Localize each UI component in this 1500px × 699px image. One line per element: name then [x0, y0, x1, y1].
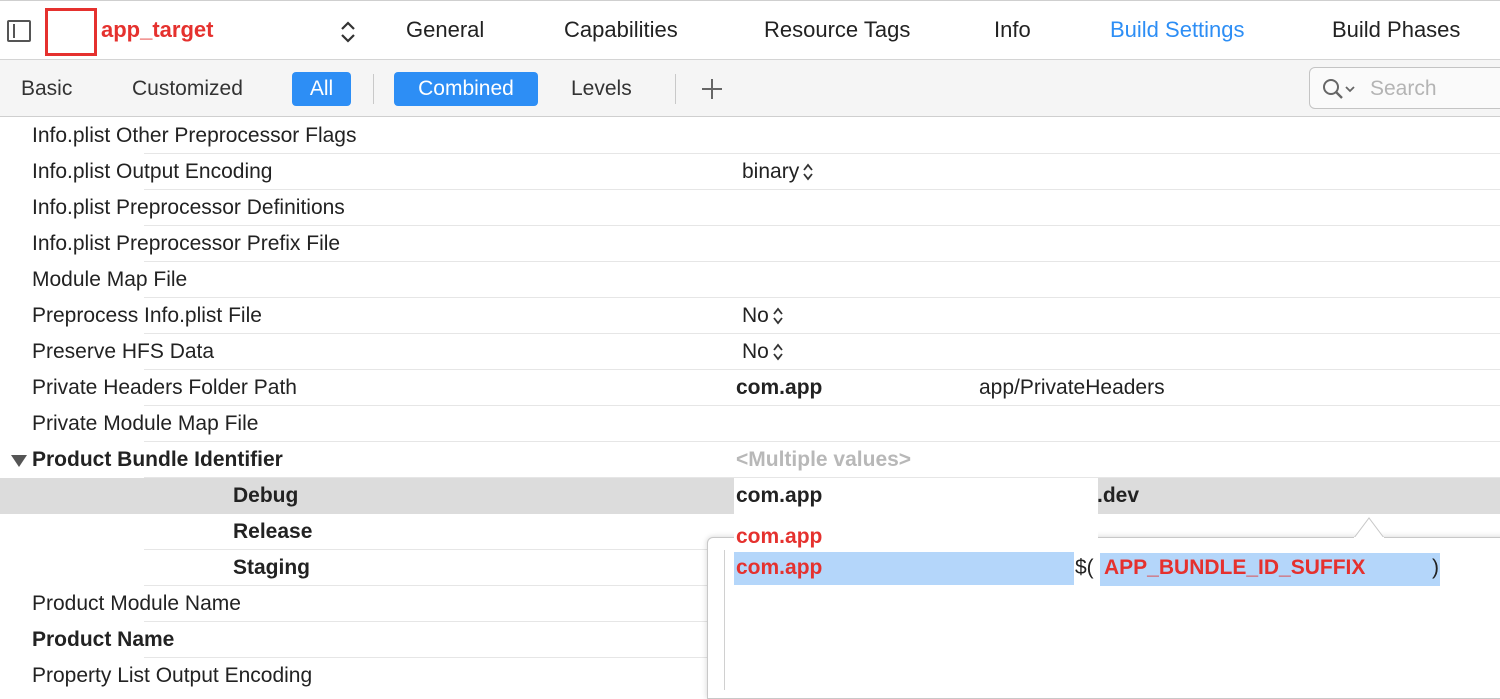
- setting-value-redacted[interactable]: com.app: [736, 484, 822, 508]
- tab-build-phases[interactable]: Build Phases: [1332, 17, 1460, 43]
- setting-row[interactable]: Private Headers Folder Path com.app app/…: [0, 370, 1500, 406]
- setting-value-redacted[interactable]: com.app: [736, 376, 822, 400]
- setting-value[interactable]: app/PrivateHeaders: [979, 376, 1165, 400]
- setting-value: binary: [742, 160, 800, 183]
- setting-row[interactable]: Info.plist Other Preprocessor Flags: [0, 118, 1500, 154]
- setting-value[interactable]: .dev: [1097, 484, 1139, 508]
- setting-row[interactable]: Info.plist Output Encoding binary: [0, 154, 1500, 190]
- setting-value-popup[interactable]: binary: [742, 160, 814, 184]
- filter-customized-button[interactable]: Customized: [132, 72, 243, 106]
- setting-name: Property List Output Encoding: [32, 664, 313, 687]
- tab-info[interactable]: Info: [994, 17, 1031, 43]
- setting-row-debug[interactable]: Debug com.app .dev: [0, 478, 1500, 514]
- sidebar-toggle-icon[interactable]: [7, 20, 31, 42]
- setting-name: Product Bundle Identifier: [32, 448, 283, 471]
- setting-name: Module Map File: [32, 268, 188, 291]
- popup-chevron-icon: [773, 308, 783, 325]
- setting-name: Info.plist Output Encoding: [32, 160, 273, 183]
- popup-chevron-icon: [773, 344, 783, 361]
- filter-basic-button[interactable]: Basic: [21, 72, 72, 106]
- target-selector-chevron-icon[interactable]: [339, 19, 357, 45]
- tab-capabilities[interactable]: Capabilities: [564, 17, 678, 43]
- release-value-redacted[interactable]: com.app: [736, 525, 822, 549]
- setting-name: Product Module Name: [32, 592, 241, 615]
- setting-row[interactable]: Info.plist Preprocessor Prefix File: [0, 226, 1500, 262]
- setting-name: Info.plist Preprocessor Definitions: [32, 196, 345, 219]
- macro-open-text[interactable]: $(: [1075, 556, 1094, 580]
- setting-value-popup[interactable]: No: [742, 340, 784, 364]
- search-input[interactable]: [1368, 74, 1500, 104]
- setting-row[interactable]: Private Module Map File: [0, 406, 1500, 442]
- macro-name-text[interactable]: APP_BUNDLE_ID_SUFFIX: [1104, 556, 1365, 580]
- setting-value: No: [742, 304, 769, 327]
- divider: [724, 550, 725, 690]
- setting-value-popup[interactable]: No: [742, 304, 784, 328]
- setting-name: Info.plist Preprocessor Prefix File: [32, 232, 341, 255]
- setting-name: Preserve HFS Data: [32, 340, 215, 363]
- setting-row[interactable]: Preprocess Info.plist File No: [0, 298, 1500, 334]
- editor-tab-bar: app_target General Capabilities Resource…: [0, 0, 1500, 60]
- popup-chevron-icon: [803, 164, 813, 181]
- search-icon[interactable]: [1322, 78, 1358, 100]
- divider: [675, 74, 676, 104]
- setting-row[interactable]: Module Map File: [0, 262, 1500, 298]
- configuration-name: Debug: [233, 484, 299, 507]
- view-levels-button[interactable]: Levels: [571, 72, 632, 106]
- disclosure-triangle-icon[interactable]: [11, 455, 27, 467]
- setting-row[interactable]: Info.plist Preprocessor Definitions: [0, 190, 1500, 226]
- build-settings-filter-bar: Basic Customized All Combined Levels: [0, 60, 1500, 117]
- filter-all-button[interactable]: All: [292, 72, 351, 106]
- setting-value: <Multiple values>: [736, 448, 912, 471]
- add-setting-plus-icon[interactable]: [700, 77, 724, 101]
- tab-build-settings[interactable]: Build Settings: [1110, 17, 1245, 43]
- setting-name: Private Module Map File: [32, 412, 259, 435]
- setting-name: Product Name: [32, 628, 175, 651]
- editor-line-value-redacted[interactable]: com.app: [736, 556, 822, 580]
- configuration-name: Release: [233, 520, 313, 543]
- setting-value: No: [742, 340, 769, 363]
- setting-row-group[interactable]: Product Bundle Identifier <Multiple valu…: [0, 442, 1500, 478]
- macro-close-text[interactable]: ): [1432, 556, 1439, 580]
- setting-row[interactable]: Preserve HFS Data No: [0, 334, 1500, 370]
- setting-name: Private Headers Folder Path: [32, 376, 297, 399]
- configuration-name: Staging: [233, 556, 310, 579]
- tab-resource-tags[interactable]: Resource Tags: [764, 17, 910, 43]
- setting-name: Preprocess Info.plist File: [32, 304, 262, 327]
- target-name[interactable]: app_target: [101, 17, 213, 43]
- divider: [373, 74, 374, 104]
- setting-name: Info.plist Other Preprocessor Flags: [32, 124, 357, 147]
- view-combined-button[interactable]: Combined: [394, 72, 538, 106]
- target-icon[interactable]: [45, 8, 97, 56]
- popover-arrow: [1354, 517, 1384, 544]
- tab-general[interactable]: General: [406, 17, 484, 43]
- search-field[interactable]: [1309, 67, 1500, 109]
